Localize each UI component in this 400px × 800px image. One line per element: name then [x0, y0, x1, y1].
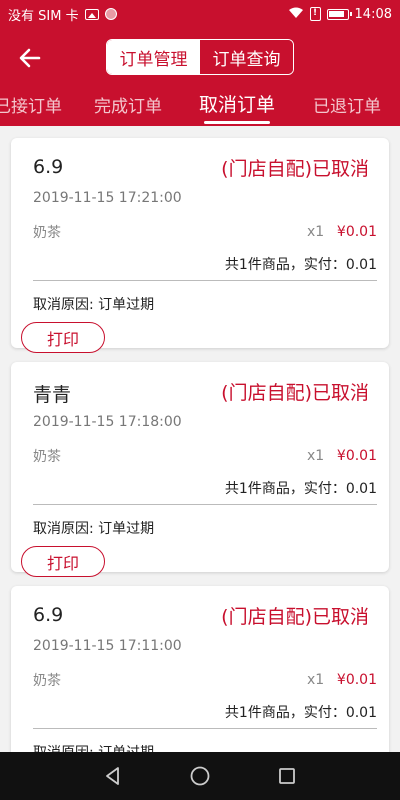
order-total: 共1件商品，实付：0.01 — [224, 705, 377, 721]
battery-icon — [326, 8, 352, 20]
product-price: ¥0.01 — [336, 224, 377, 240]
order-card[interactable]: 6.9 (门店自配)已取消 2019-11-15 17:11:00 奶茶 x1 … — [11, 586, 389, 752]
active-tab-indicator — [204, 121, 270, 124]
order-card[interactable]: 6.9 (门店自配)已取消 2019-11-15 17:21:00 奶茶 x1 … — [11, 138, 389, 353]
arrow-left-icon — [19, 48, 41, 68]
app-notification-icon — [104, 8, 117, 20]
product-name: 奶茶 — [33, 225, 61, 241]
product-name: 奶茶 — [33, 673, 61, 689]
order-time: 2019-11-15 17:11:00 — [33, 638, 182, 654]
segmented-control: 订单管理 订单查询 — [106, 39, 294, 75]
divider — [33, 280, 377, 281]
order-tabs: 已接订单 完成订单 取消订单 已退订单 — [0, 88, 400, 126]
customer-name: 6.9 — [33, 156, 64, 178]
tab-accepted[interactable]: 已接订单 — [0, 92, 62, 117]
alert-icon: ! — [309, 7, 321, 21]
image-notification-icon — [84, 8, 99, 20]
product-quantity: x1 — [307, 224, 325, 240]
order-time: 2019-11-15 17:18:00 — [33, 414, 182, 430]
customer-name: 6.9 — [33, 604, 64, 626]
product-price: ¥0.01 — [336, 672, 377, 688]
recents-square-icon — [278, 768, 295, 784]
customer-name: 青青 — [33, 384, 72, 406]
status-bar: 没有 SIM 卡 ! 14:08 — [0, 0, 400, 28]
product-price: ¥0.01 — [336, 448, 377, 464]
divider — [33, 728, 377, 729]
order-list[interactable]: 6.9 (门店自配)已取消 2019-11-15 17:21:00 奶茶 x1 … — [0, 126, 400, 752]
order-total: 共1件商品，实付：0.01 — [224, 481, 377, 497]
nav-recents-button[interactable] — [272, 761, 302, 791]
cancel-reason: 取消原因: 订单过期 — [33, 521, 155, 537]
product-quantity: x1 — [307, 672, 325, 688]
order-card[interactable]: 青青 (门店自配)已取消 2019-11-15 17:18:00 奶茶 x1 ¥… — [11, 362, 389, 577]
order-total: 共1件商品，实付：0.01 — [224, 257, 377, 273]
wifi-icon — [288, 7, 304, 22]
tab-completed[interactable]: 完成订单 — [94, 92, 162, 117]
home-circle-icon — [190, 766, 210, 786]
print-button[interactable]: 打印 — [21, 322, 105, 353]
order-status: (门店自配)已取消 — [221, 606, 369, 628]
product-quantity: x1 — [307, 448, 325, 464]
clock-text: 14:08 — [354, 6, 392, 22]
nav-back-button[interactable] — [98, 761, 128, 791]
back-button[interactable] — [14, 42, 46, 74]
system-nav-bar — [0, 752, 400, 800]
back-triangle-icon — [106, 767, 120, 785]
order-time: 2019-11-15 17:21:00 — [33, 190, 182, 206]
nav-home-button[interactable] — [185, 761, 215, 791]
cancel-reason: 取消原因: 订单过期 — [33, 742, 154, 752]
segment-order-management[interactable]: 订单管理 — [107, 40, 200, 74]
cancel-reason: 取消原因: 订单过期 — [33, 297, 155, 313]
order-status: (门店自配)已取消 — [221, 382, 369, 404]
divider — [33, 504, 377, 505]
app-header: 订单管理 订单查询 — [0, 28, 400, 88]
print-button[interactable]: 打印 — [21, 546, 105, 577]
order-status: (门店自配)已取消 — [221, 158, 369, 180]
carrier-text: 没有 SIM 卡 — [8, 8, 79, 24]
tab-cancelled[interactable]: 取消订单 — [199, 90, 275, 117]
product-name: 奶茶 — [33, 449, 61, 465]
tab-refunded[interactable]: 已退订单 — [313, 92, 381, 117]
segment-order-query[interactable]: 订单查询 — [200, 40, 293, 74]
